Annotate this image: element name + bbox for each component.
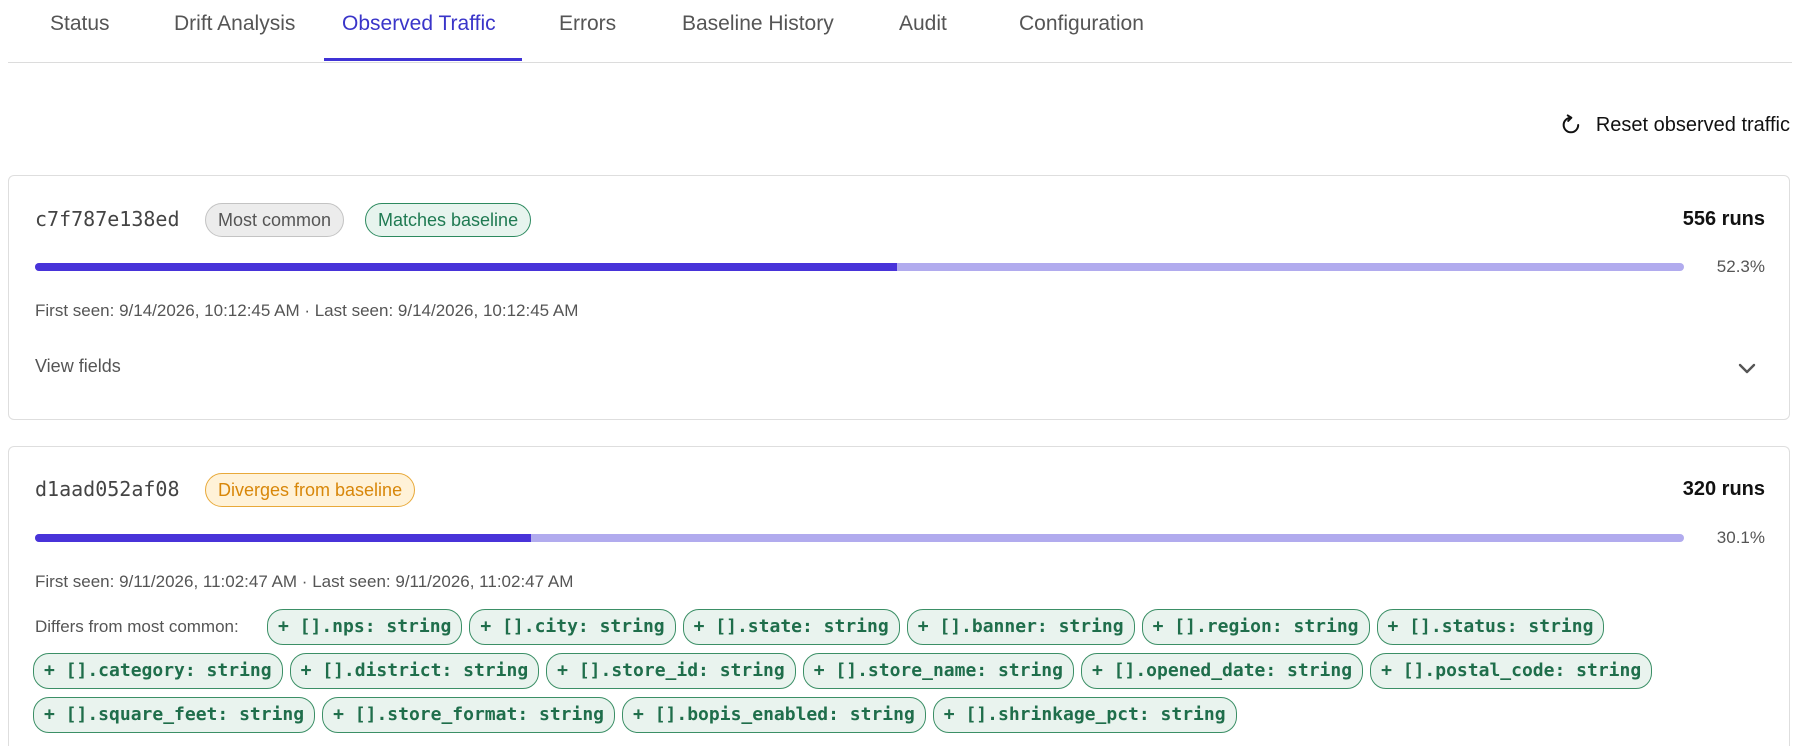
- active-tab-indicator: [324, 58, 522, 61]
- diff-field-chip: + [].store_name: string: [802, 653, 1074, 689]
- matches-baseline-badge: Matches baseline: [365, 203, 532, 237]
- tab-status[interactable]: Status: [50, 0, 110, 62]
- tab-errors[interactable]: Errors: [559, 0, 616, 62]
- reset-label: Reset observed traffic: [1595, 113, 1790, 136]
- diff-field-list: + [].nps: string + [].city: string + [].st…: [33, 609, 1773, 733]
- share-percent: 30.1%: [1716, 528, 1765, 547]
- diff-field-chip: + [].status: string: [1376, 609, 1605, 645]
- diff-field-chip: + [].opened_date: string: [1080, 653, 1364, 689]
- tab-baseline-history[interactable]: Baseline History: [682, 0, 834, 62]
- refresh-icon: [1562, 114, 1580, 134]
- diff-field-chip: + [].nps: string: [267, 609, 463, 645]
- diff-field-chip: + [].postal_code: string: [1370, 653, 1653, 689]
- tab-observed-traffic[interactable]: Observed Traffic: [342, 0, 496, 62]
- diff-field-chip: + [].bopis_enabled: string: [622, 697, 926, 733]
- view-fields-toggle[interactable]: View fields: [35, 356, 121, 377]
- reset-observed-traffic-button[interactable]: Reset observed traffic: [1560, 108, 1790, 142]
- diff-field-chip: + [].category: string: [33, 653, 283, 689]
- share-bar: [35, 263, 1684, 271]
- diff-field-chip: + [].shrinkage_pct: string: [932, 697, 1237, 733]
- diff-field-chip: + [].banner: string: [906, 609, 1135, 645]
- diff-field-chip: + [].square_feet: string: [33, 697, 316, 733]
- diff-field-chip: + [].state: string: [682, 609, 900, 645]
- shape-card: c7f787e138ed Most common Matches baselin…: [8, 175, 1790, 420]
- seen-timestamps: First seen: 9/11/2026, 11:02:47 AM · Las…: [35, 572, 574, 591]
- chevron-down-icon[interactable]: [1735, 356, 1759, 380]
- diff-field-chip: + [].store_id: string: [546, 653, 796, 689]
- share-percent: 52.3%: [1716, 257, 1765, 276]
- diff-field-chip: + [].region: string: [1141, 609, 1370, 645]
- share-bar-fill: [35, 534, 532, 542]
- diff-field-chip: + [].store_format: string: [322, 697, 616, 733]
- share-bar-fill: [35, 263, 898, 271]
- diff-field-chip: + [].district: string: [289, 653, 540, 689]
- run-count: 320 runs: [1682, 478, 1765, 500]
- tab-configuration[interactable]: Configuration: [1019, 0, 1144, 62]
- tab-audit[interactable]: Audit: [899, 0, 947, 62]
- shape-hash: d1aad052af08: [35, 477, 180, 501]
- shape-card: d1aad052af08 Diverges from baseline 320 …: [8, 446, 1790, 746]
- most-common-badge: Most common: [205, 203, 345, 237]
- run-count: 556 runs: [1682, 208, 1765, 230]
- tab-bar: Status Drift Analysis Observed Traffic E…: [8, 0, 1792, 63]
- share-bar: [35, 534, 1684, 542]
- seen-timestamps: First seen: 9/14/2026, 10:12:45 AM · Las…: [35, 301, 579, 320]
- shape-hash: c7f787e138ed: [35, 207, 180, 231]
- diverges-from-baseline-badge: Diverges from baseline: [205, 473, 416, 507]
- tab-drift-analysis[interactable]: Drift Analysis: [174, 0, 295, 62]
- label-spacer: [33, 609, 260, 643]
- diff-field-chip: + [].city: string: [469, 609, 676, 645]
